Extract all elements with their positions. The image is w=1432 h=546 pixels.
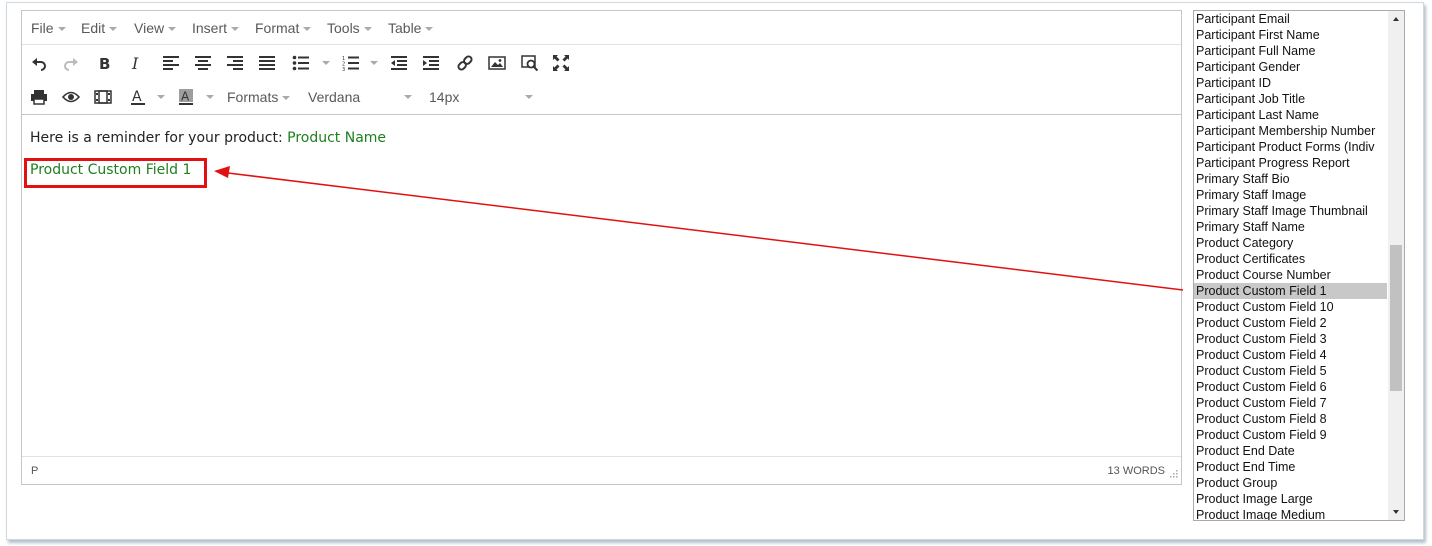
annotation-arrow xyxy=(214,166,1184,291)
